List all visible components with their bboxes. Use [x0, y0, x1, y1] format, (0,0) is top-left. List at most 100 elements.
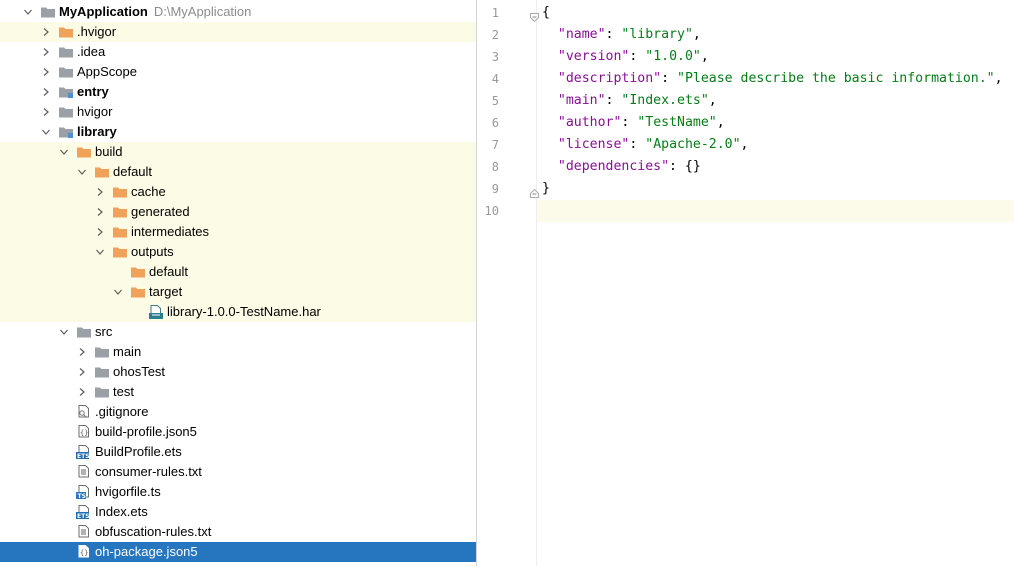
code-line[interactable]: "license": "Apache-2.0",: [537, 134, 1014, 156]
tree-item-library[interactable]: library: [0, 122, 476, 142]
chevron-right-icon[interactable]: [94, 182, 106, 202]
chevron-right-icon[interactable]: [40, 42, 52, 62]
tree-item-label: BuildProfile.ets: [95, 444, 182, 460]
chevron-right-icon[interactable]: [40, 82, 52, 102]
tree-item-text: default: [149, 264, 189, 279]
json-key: "version": [557, 49, 630, 64]
chevron-right-icon[interactable]: [94, 222, 106, 242]
chevron-right-icon[interactable]: [40, 62, 52, 82]
tree-item-src[interactable]: src: [0, 322, 476, 342]
line-number: 1: [491, 6, 499, 20]
tree-item-hvigor[interactable]: .hvigor: [0, 22, 476, 42]
tree-item-label: .hvigor: [77, 24, 116, 40]
tree-item-text: entry: [77, 84, 109, 99]
chevron-right-icon[interactable]: [76, 342, 88, 362]
json-punctuation: [542, 71, 558, 86]
svg-text:ETS: ETS: [77, 513, 90, 519]
tree-item-library-1-0-0-testname-har[interactable]: library-1.0.0-TestName.har: [0, 302, 476, 322]
code-line[interactable]: }: [537, 178, 1014, 200]
tree-item-entry[interactable]: entry: [0, 82, 476, 102]
tree-item-outputs[interactable]: outputs: [0, 242, 476, 262]
tree-item-text: obfuscation-rules.txt: [95, 524, 212, 539]
chevron-down-icon[interactable]: [40, 122, 52, 142]
line-number: 10: [484, 204, 499, 218]
line-number: 9: [491, 182, 499, 196]
folder-gray-icon: [94, 345, 110, 359]
chevron-right-icon[interactable]: [94, 202, 106, 222]
json-key: "description": [557, 71, 662, 86]
text-file-icon: [76, 465, 92, 479]
tree-item-label: obfuscation-rules.txt: [95, 524, 211, 540]
json-string: "Index.ets": [621, 93, 709, 108]
code-line[interactable]: "dependencies": {}: [537, 156, 1014, 178]
json-punctuation: ,: [692, 27, 701, 42]
chevron-down-icon[interactable]: [76, 162, 88, 182]
chevron-right-icon[interactable]: [40, 102, 52, 122]
tree-item-text: library-1.0.0-TestName.har: [167, 304, 321, 319]
tree-item-build[interactable]: build: [0, 142, 476, 162]
chevron-down-icon[interactable]: [58, 142, 70, 162]
tree-item-text: outputs: [131, 244, 174, 259]
json-punctuation: [542, 93, 558, 108]
tree-item-idea[interactable]: .idea: [0, 42, 476, 62]
json-file-icon: {}: [76, 425, 92, 439]
code-line[interactable]: "author": "TestName",: [537, 112, 1014, 134]
chevron-down-icon[interactable]: [112, 282, 124, 302]
tree-item-default[interactable]: default: [0, 262, 476, 282]
tree-item-intermediates[interactable]: intermediates: [0, 222, 476, 242]
tree-item-consumer-rules-txt[interactable]: consumer-rules.txt: [0, 462, 476, 482]
tree-item-default[interactable]: default: [0, 162, 476, 182]
chevron-down-icon[interactable]: [22, 2, 34, 22]
code-line[interactable]: "main": "Index.ets",: [537, 90, 1014, 112]
svg-text:{}: {}: [80, 549, 88, 557]
code-area[interactable]: { "name": "library", "version": "1.0.0",…: [537, 0, 1014, 566]
tree-item-text: default: [113, 164, 153, 179]
code-line[interactable]: "version": "1.0.0",: [537, 46, 1014, 68]
chevron-down-icon[interactable]: [94, 242, 106, 262]
tree-item-gitignore[interactable]: .gitignore: [0, 402, 476, 422]
tree-item-label: outputs: [131, 244, 174, 260]
tree-item-hvigorfile-ts[interactable]: TS hvigorfile.ts: [0, 482, 476, 502]
json-punctuation: :: [605, 93, 622, 108]
code-line[interactable]: "description": "Please describe the basi…: [537, 68, 1014, 90]
folder-gray-icon: [76, 325, 92, 339]
tree-item-build-profile-json5[interactable]: {} build-profile.json5: [0, 422, 476, 442]
tree-item-cache[interactable]: cache: [0, 182, 476, 202]
tree-item-label: hvigor: [77, 104, 112, 120]
chevron-right-icon[interactable]: [76, 382, 88, 402]
tree-item-obfuscation-rules-txt[interactable]: obfuscation-rules.txt: [0, 522, 476, 542]
folder-orange-icon: [112, 225, 128, 239]
folder-gray-icon: [58, 105, 74, 119]
line-number: 4: [491, 72, 499, 86]
folder-orange-icon: [76, 145, 92, 159]
code-line[interactable]: "name": "library",: [537, 24, 1014, 46]
line-number: 8: [491, 160, 499, 174]
tree-item-ohostest[interactable]: ohosTest: [0, 362, 476, 382]
chevron-right-icon[interactable]: [76, 362, 88, 382]
tree-item-index-ets[interactable]: ETS Index.ets: [0, 502, 476, 522]
code-editor[interactable]: 1 2 3 4 5 6 7 8 9 10 { "name": "library", "versio…: [477, 0, 1014, 566]
tree-item-myapplication[interactable]: MyApplication D:\MyApplication: [0, 2, 476, 22]
folder-orange-icon: [112, 205, 128, 219]
tree-item-label: entry: [77, 84, 109, 100]
json-key: "dependencies": [557, 159, 670, 174]
tree-item-generated[interactable]: generated: [0, 202, 476, 222]
tree-item-hvigor[interactable]: hvigor: [0, 102, 476, 122]
tree-item-text: generated: [131, 204, 190, 219]
current-code-line[interactable]: [537, 200, 1014, 222]
tree-item-text: intermediates: [131, 224, 210, 239]
code-line[interactable]: {: [537, 2, 1014, 24]
tree-item-oh-package-json5[interactable]: {} oh-package.json5: [0, 542, 476, 562]
tree-item-target[interactable]: target: [0, 282, 476, 302]
tree-item-text: build-profile.json5: [95, 424, 197, 439]
tree-item-appscope[interactable]: AppScope: [0, 62, 476, 82]
tree-item-buildprofile-ets[interactable]: ETS BuildProfile.ets: [0, 442, 476, 462]
tree-item-text: hvigor: [77, 104, 113, 119]
chevron-right-icon[interactable]: [40, 22, 52, 42]
tree-item-label: library: [77, 124, 117, 140]
json-string: "1.0.0": [645, 49, 701, 64]
chevron-down-icon[interactable]: [58, 322, 70, 342]
tree-item-text: library: [77, 124, 117, 139]
tree-item-main[interactable]: main: [0, 342, 476, 362]
tree-item-test[interactable]: test: [0, 382, 476, 402]
